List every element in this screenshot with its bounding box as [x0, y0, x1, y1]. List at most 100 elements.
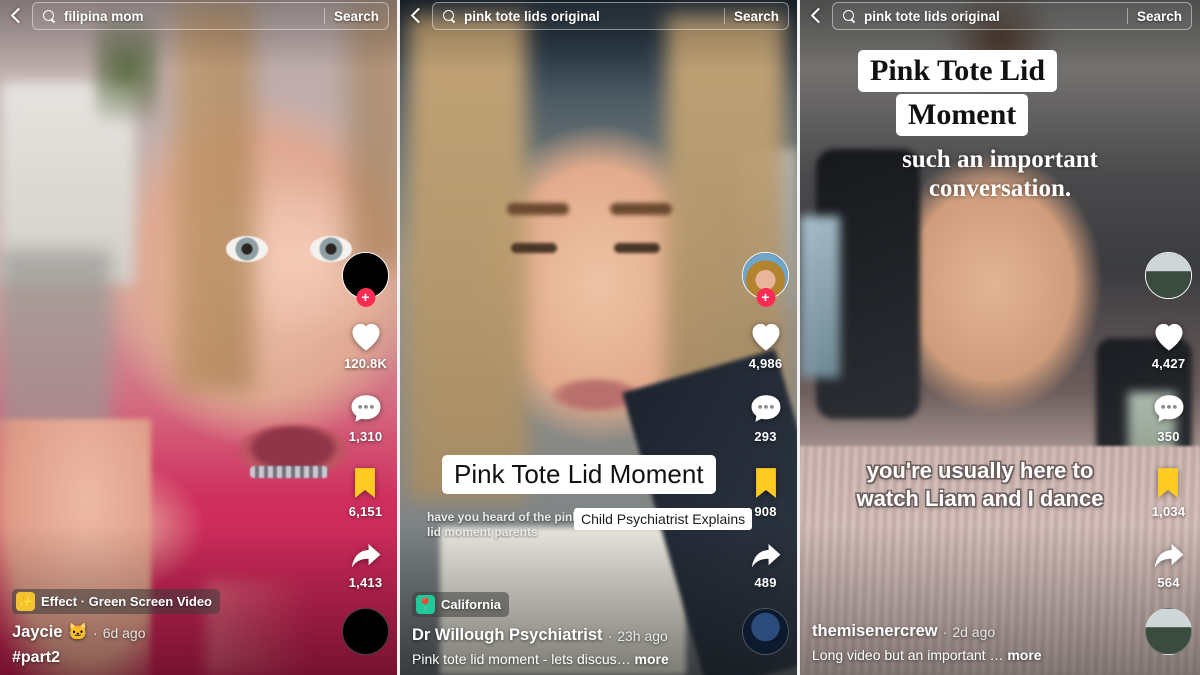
search-query-text: pink tote lids original — [464, 8, 600, 24]
search-bar-2: pink tote lids original Search — [400, 0, 797, 32]
search-divider — [323, 8, 325, 24]
caption-outline-line2: watch Liam and I dance — [856, 486, 1104, 511]
more-link[interactable]: more — [635, 651, 669, 667]
bookmark-count: 908 — [754, 504, 777, 519]
caption-title: Pink Tote Lid Moment — [442, 455, 716, 494]
caption-outline-line1: you're usually here to — [866, 458, 1094, 483]
share-button[interactable]: 564 — [1152, 541, 1186, 590]
search-input[interactable]: filipina mom Search — [32, 2, 389, 30]
video-meta-2: 📍 California Dr Willough Psychiatrist · … — [412, 592, 722, 667]
search-button[interactable]: Search — [1137, 9, 1185, 24]
comment-count: 350 — [1157, 429, 1180, 444]
comment-icon — [351, 395, 380, 422]
caption-pill: Child Psychiatrist Explains — [574, 508, 753, 530]
author-name: themisenercrew — [812, 622, 938, 640]
like-button[interactable]: 4,986 — [749, 321, 783, 371]
search-query-text: filipina mom — [64, 8, 144, 24]
share-arrow-icon — [351, 543, 380, 568]
comment-count: 1,310 — [348, 429, 383, 444]
caption-sub-line1: such an important — [902, 146, 1098, 173]
video-meta-3: themisenercrew · 2d ago Long video but a… — [812, 622, 1124, 663]
comment-icon — [751, 395, 780, 422]
like-button[interactable]: 120.8K — [344, 321, 387, 371]
search-button[interactable]: Search — [734, 9, 782, 24]
bookmark-button[interactable]: 1,034 — [1152, 466, 1186, 519]
comment-button[interactable]: 293 — [749, 393, 783, 444]
location-pin-icon: 📍 — [416, 595, 435, 614]
share-button[interactable]: 1,413 — [349, 541, 383, 590]
follow-plus-icon[interactable]: + — [756, 288, 775, 307]
comment-icon — [1154, 395, 1183, 422]
action-rail-2: + 4,986 293 908 489 — [742, 252, 789, 655]
like-count: 4,427 — [1151, 356, 1186, 371]
sparkle-icon: ✨ — [16, 592, 35, 611]
share-arrow-icon — [751, 543, 780, 568]
bookmark-button[interactable]: 6,151 — [349, 466, 383, 519]
effect-label: Effect · Green Screen Video — [41, 594, 212, 609]
location-chip[interactable]: 📍 California — [412, 592, 509, 617]
video-panel-1[interactable]: filipina mom Search + 120.8K 1,310 6,151… — [0, 0, 397, 675]
share-count: 489 — [754, 575, 777, 590]
bookmark-count: 1,034 — [1151, 504, 1186, 519]
search-bar-1: filipina mom Search — [0, 0, 397, 32]
effect-chip[interactable]: ✨ Effect · Green Screen Video — [12, 589, 220, 614]
search-icon — [442, 9, 457, 24]
post-time: 23h ago — [617, 627, 668, 644]
search-divider — [1126, 8, 1128, 24]
like-count: 4,986 — [748, 356, 783, 371]
author-row[interactable]: Dr Willough Psychiatrist · 23h ago — [412, 626, 722, 645]
heart-icon — [1154, 323, 1183, 351]
action-rail-1: + 120.8K 1,310 6,151 1,413 — [342, 252, 389, 655]
back-icon[interactable] — [808, 8, 824, 24]
caption-title-line1: Pink Tote Lid — [858, 50, 1058, 92]
author-separator: · — [942, 623, 948, 640]
avatar[interactable] — [1145, 252, 1192, 299]
share-arrow-icon — [1154, 543, 1183, 568]
music-disc[interactable] — [742, 608, 789, 655]
author-row[interactable]: themisenercrew · 2d ago — [812, 622, 1124, 641]
video-description-row[interactable]: Pink tote lid moment - lets discus… more — [412, 651, 722, 667]
caption-sub-line2: conversation. — [928, 175, 1072, 202]
post-time: 6d ago — [102, 624, 146, 641]
share-button[interactable]: 489 — [749, 541, 783, 590]
heart-icon — [751, 323, 780, 351]
search-icon — [42, 9, 57, 24]
share-count: 1,413 — [348, 575, 383, 590]
music-disc[interactable] — [1145, 608, 1192, 655]
author-name: Dr Willough Psychiatrist — [412, 626, 603, 644]
search-button[interactable]: Search — [334, 9, 382, 24]
video-description-row[interactable]: Long video but an important … more — [812, 647, 1124, 663]
search-input[interactable]: pink tote lids original Search — [832, 2, 1192, 30]
hashtag[interactable]: #part2 — [12, 649, 322, 667]
author-separator: · — [93, 624, 98, 641]
location-label: California — [441, 597, 501, 612]
more-link[interactable]: more — [1007, 647, 1041, 663]
music-disc[interactable] — [342, 608, 389, 655]
post-time: 2d ago — [952, 623, 996, 640]
like-button[interactable]: 4,427 — [1152, 321, 1186, 371]
caption-title-line2: Moment — [896, 94, 1029, 136]
action-rail-3: 4,427 350 1,034 564 — [1145, 252, 1192, 655]
search-input[interactable]: pink tote lids original Search — [432, 2, 789, 30]
bookmark-icon — [755, 468, 776, 498]
video-panel-3[interactable]: pink tote lids original Search Pink Tote… — [800, 0, 1200, 675]
share-count: 564 — [1157, 575, 1180, 590]
author-row[interactable]: Jaycie 🐱 · 6d ago — [12, 623, 322, 642]
author-name: Jaycie — [12, 623, 63, 641]
author-separator: · — [607, 627, 613, 644]
comment-count: 293 — [754, 429, 777, 444]
bookmark-button[interactable]: 908 — [751, 466, 781, 519]
comment-button[interactable]: 1,310 — [349, 393, 383, 444]
video-description: Long video but an important … — [812, 647, 1004, 663]
back-icon[interactable] — [408, 8, 424, 24]
video-panel-2[interactable]: pink tote lids original Search Pink Tote… — [400, 0, 797, 675]
follow-plus-icon[interactable]: + — [356, 288, 375, 307]
search-query-text: pink tote lids original — [864, 8, 1000, 24]
avatar[interactable]: + — [342, 252, 389, 307]
search-icon — [842, 9, 857, 24]
avatar[interactable]: + — [742, 252, 789, 307]
comment-button[interactable]: 350 — [1152, 393, 1186, 444]
back-icon[interactable] — [8, 8, 24, 24]
video-meta-1: ✨ Effect · Green Screen Video Jaycie 🐱 ·… — [12, 589, 322, 667]
search-bar-3: pink tote lids original Search — [800, 0, 1200, 32]
